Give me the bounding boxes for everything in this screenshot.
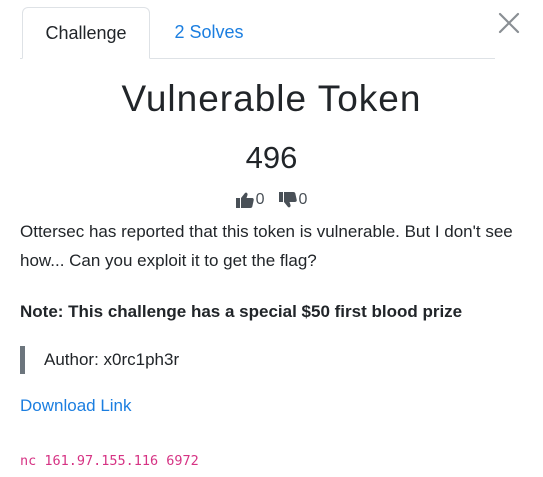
challenge-points: 496 <box>245 140 298 175</box>
thumbs-up-icon <box>235 192 254 208</box>
challenge-modal: Challenge 2 Solves Vulnerable Token 496 … <box>0 0 543 477</box>
tab-solves-label: 2 Solves <box>174 22 244 42</box>
tab-solves[interactable]: 2 Solves <box>150 7 268 58</box>
download-link[interactable]: Download Link <box>20 396 132 416</box>
connection-command: nc 161.97.155.116 6972 <box>20 453 199 469</box>
thumbs-down-icon <box>278 192 297 208</box>
vote-bar: 0 0 <box>0 191 543 209</box>
upvote-count: 0 <box>255 191 265 208</box>
challenge-description: Ottersec has reported that this token is… <box>20 222 513 270</box>
tab-challenge-label: Challenge <box>45 22 127 43</box>
upvote-button[interactable]: 0 <box>235 191 265 209</box>
close-icon[interactable] <box>496 10 522 36</box>
tab-challenge[interactable]: Challenge <box>22 7 150 59</box>
downvote-button[interactable]: 0 <box>278 191 308 209</box>
challenge-name: Vulnerable Token <box>121 78 422 119</box>
downvote-count: 0 <box>298 191 308 208</box>
challenge-tabs: Challenge 2 Solves <box>20 7 495 59</box>
challenge-note: Note: This challenge has a special $50 f… <box>20 302 463 321</box>
author-text: Author: x0rc1ph3r <box>44 350 180 369</box>
author-blockquote: Author: x0rc1ph3r <box>20 346 179 374</box>
